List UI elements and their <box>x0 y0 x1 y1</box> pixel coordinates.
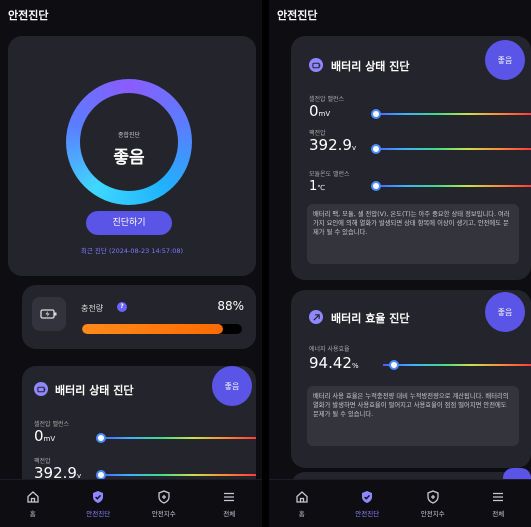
nav-safety-diagnosis[interactable]: 안전진단 <box>66 480 132 527</box>
diagnose-button[interactable]: 진단하기 <box>86 211 172 235</box>
nav-label: 안전진단 <box>86 509 111 518</box>
ring-value: 좋음 <box>113 148 145 168</box>
battery-state-card: 배터리 상태 진단 좋음 셀전압 밸런스 0mV 팩전압 392.9v 모듈온도… <box>291 36 531 280</box>
page-title: 안전진단 <box>269 0 531 30</box>
charge-progress-fill <box>82 324 223 334</box>
nav-label: 홈 <box>298 509 305 518</box>
metric-gauge-knob <box>371 181 381 191</box>
nav-home[interactable]: 홈 <box>0 480 66 527</box>
status-badge: 좋음 <box>485 40 525 80</box>
overall-diagnosis-card: 종합진단 좋음 진단하기 최근 진단 (2024-08-23 14:57:08) <box>8 36 256 276</box>
nav-all[interactable]: 전체 <box>197 480 263 527</box>
home-icon <box>27 490 39 503</box>
metric-gauge-knob <box>389 360 399 370</box>
metric-gauge-knob <box>371 144 381 154</box>
nav-label: 전체 <box>492 509 505 518</box>
battery-efficiency-card: 배터리 효율 진단 좋음 에너지 사용효율 94.42% 배터리 사용 효율은 … <box>291 290 531 468</box>
metric-gauge-track <box>373 148 531 150</box>
metric-gauge-track <box>98 437 256 439</box>
metric-gauge-track <box>373 185 531 187</box>
ring-label: 종합진단 <box>117 132 141 139</box>
battery-efficiency-title: 배터리 효율 진단 <box>331 312 410 325</box>
nav-home[interactable]: 홈 <box>269 480 335 527</box>
metric-gauge-knob <box>371 109 381 119</box>
battery-state-description: 배터리 팩, 모듈, 셀 전압(V), 온도(T)는 아주 중요한 상태 정보입… <box>307 204 519 264</box>
metric-value: 0mV <box>309 102 331 120</box>
nav-safety-index[interactable]: 안전지수 <box>131 480 197 527</box>
battery-icon <box>309 58 323 72</box>
battery-efficiency-description: 배터리 사용 효율은 누적충전량 대비 누적방전량으로 계산됩니다. 배터리의 … <box>307 386 519 446</box>
left-screen: 안전진단 종합진단 좋음 진단하기 최근 진단 (2024-08-23 14:5… <box>0 0 262 527</box>
charge-percent: 88% <box>217 299 244 313</box>
efficiency-icon <box>309 310 323 324</box>
metric-gauge-knob <box>96 433 106 443</box>
shield-check-icon <box>362 490 373 503</box>
metric-value: 392.9v <box>309 136 357 154</box>
help-icon[interactable]: ? <box>117 302 127 312</box>
bottom-nav: 홈 안전진단 안전지수 전체 <box>269 479 531 527</box>
nav-label: 안전진단 <box>355 509 380 518</box>
metric-value: 0mV <box>34 427 56 445</box>
nav-label: 안전지수 <box>420 509 445 518</box>
shield-plus-icon <box>427 489 439 504</box>
battery-state-card: 배터리 상태 진단 좋음 셀전압 밸런스 0mV 팩전압 392.9v <box>22 366 256 496</box>
metric-label: 모듈온도 밸런스 <box>309 171 350 178</box>
menu-icon <box>493 492 504 501</box>
nav-safety-index[interactable]: 안전지수 <box>400 480 466 527</box>
bottom-nav: 홈 안전진단 안전지수 전체 <box>0 479 262 527</box>
metric-value: 1℃ <box>309 179 326 194</box>
metric-gauge-track <box>383 364 531 366</box>
metric-gauge-track <box>98 474 256 476</box>
metric-value: 94.42% <box>309 354 359 372</box>
menu-icon <box>224 492 235 501</box>
nav-label: 안전지수 <box>151 509 176 518</box>
nav-label: 홈 <box>29 509 36 518</box>
status-badge: 좋음 <box>212 366 252 406</box>
charging-icon <box>32 297 66 331</box>
metric-gauge-track <box>373 113 531 115</box>
charge-label: 충전량 <box>81 304 104 313</box>
nav-all[interactable]: 전체 <box>466 480 531 527</box>
metric-label: 에너지 사용효율 <box>309 346 350 353</box>
charge-card: 충전량 ? 88% <box>22 285 256 349</box>
home-icon <box>296 490 308 503</box>
shield-plus-icon <box>158 489 170 504</box>
diagnosis-ring: 종합진단 좋음 <box>66 79 192 205</box>
status-badge: 좋음 <box>485 292 525 332</box>
right-screen: 안전진단 배터리 상태 진단 좋음 셀전압 밸런스 0mV 팩전압 392.9v… <box>269 0 531 527</box>
shield-check-icon <box>93 490 104 503</box>
battery-state-title: 배터리 상태 진단 <box>331 60 410 73</box>
nav-safety-diagnosis[interactable]: 안전진단 <box>335 480 401 527</box>
page-title: 안전진단 <box>0 0 262 30</box>
charge-progress-bar <box>82 324 242 334</box>
nav-label: 전체 <box>223 509 236 518</box>
last-diagnosis-time: 최근 진단 (2024-08-23 14:57:08) <box>80 247 184 255</box>
battery-state-title: 배터리 상태 진단 <box>55 384 134 397</box>
battery-icon <box>34 382 48 396</box>
